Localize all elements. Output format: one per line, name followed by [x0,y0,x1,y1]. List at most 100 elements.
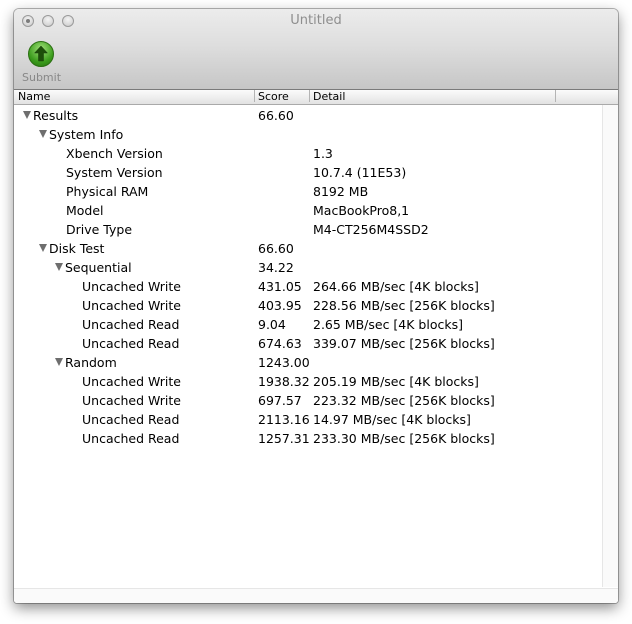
toolbar: Untitled Submit [14,9,618,90]
column-header-score[interactable]: Score [258,90,289,104]
disclosure-triangle-icon[interactable] [39,130,47,138]
row-score-cell: 1938.32 [258,374,310,389]
disclosure-triangle-icon[interactable] [55,263,63,271]
outline-row[interactable]: Results 66.60 [14,106,602,125]
row-name-label: Random [65,355,117,370]
row-name-cell: Uncached Write [82,279,181,294]
submit-label: Submit [22,71,62,84]
outline-rows: Results 66.60 System Info Xbench Version 1.3… [14,106,602,448]
outline-row[interactable]: Uncached Write 1938.32 205.19 MB/sec [4K b… [14,372,602,391]
row-detail-cell: 10.7.4 (11E53) [313,165,407,180]
row-name-label: Uncached Read [82,431,180,446]
outline-row[interactable]: Uncached Read 674.63 339.07 MB/sec [256K b… [14,334,602,353]
row-name-cell: Disk Test [39,241,104,256]
row-name-label: Disk Test [49,241,105,256]
outline-row[interactable]: Uncached Read 2113.16 14.97 MB/sec [4K blo… [14,410,602,429]
row-name-cell: Drive Type [66,222,132,237]
window-title: Untitled [290,13,342,28]
disclosure-triangle-icon[interactable] [23,111,31,119]
row-score-cell: 674.63 [258,336,302,351]
row-detail-cell: 223.32 MB/sec [256K blocks] [313,393,495,408]
column-header-detail[interactable]: Detail [313,90,345,104]
row-detail-cell: MacBookPro8,1 [313,203,410,218]
row-score-cell: 66.60 [258,108,294,123]
column-divider[interactable] [555,90,556,102]
vertical-scrollbar[interactable] [602,105,618,587]
row-name-cell: Physical RAM [66,184,148,199]
column-header-name[interactable]: Name [18,90,50,104]
row-name-cell: Random [55,355,117,370]
row-detail-cell: 2.65 MB/sec [4K blocks] [313,317,463,332]
disclosure-triangle-icon[interactable] [55,358,63,366]
row-name-label: Sequential [65,260,132,275]
row-name-cell: Sequential [55,260,132,275]
row-name-label: Uncached Read [82,412,180,427]
row-detail-cell: 1.3 [313,146,333,161]
submit-button[interactable]: Submit [22,41,62,85]
row-name-label: Uncached Read [82,317,180,332]
row-name-label: System Version [66,165,163,180]
row-score-cell: 1257.31 [258,431,310,446]
column-divider[interactable] [309,90,310,102]
row-name-cell: Uncached Read [82,412,179,427]
row-name-cell: Results [23,108,78,123]
column-header: Name Score Detail [14,90,618,105]
row-detail-cell: 339.07 MB/sec [256K blocks] [313,336,495,351]
row-name-label: Drive Type [66,222,133,237]
row-name-cell: Uncached Write [82,374,181,389]
row-name-label: Model [66,203,104,218]
outline-row[interactable]: Physical RAM 8192 MB [14,182,602,201]
row-name-cell: System Version [66,165,163,180]
row-name-cell: Uncached Write [82,393,181,408]
row-detail-cell: 205.19 MB/sec [4K blocks] [313,374,479,389]
outline-row[interactable]: Uncached Write 431.05 264.66 MB/sec [4K bl… [14,277,602,296]
outline-row[interactable]: Sequential 34.22 [14,258,602,277]
row-detail-cell: 233.30 MB/sec [256K blocks] [313,431,495,446]
row-name-label: Xbench Version [66,146,163,161]
row-name-label: Uncached Write [82,393,181,408]
outline-row[interactable]: System Version 10.7.4 (11E53) [14,163,602,182]
row-name-label: System Info [49,127,124,142]
row-score-cell: 697.57 [258,393,302,408]
row-name-label: Uncached Read [82,336,180,351]
row-score-cell: 2113.16 [258,412,310,427]
row-name-cell: System Info [39,127,123,142]
outline-row[interactable]: Uncached Write 403.95 228.56 MB/sec [256K … [14,296,602,315]
row-detail-cell: 228.56 MB/sec [256K blocks] [313,298,495,313]
row-name-label: Results [33,108,79,123]
row-name-cell: Xbench Version [66,146,163,161]
row-name-cell: Uncached Read [82,317,179,332]
row-name-cell: Uncached Read [82,336,179,351]
outline-row[interactable]: Uncached Read 9.04 2.65 MB/sec [4K blocks] [14,315,602,334]
outline-row[interactable]: Disk Test 66.60 [14,239,602,258]
row-detail-cell: 8192 MB [313,184,369,199]
row-detail-cell: M4-CT256M4SSD2 [313,222,429,237]
outline-row[interactable]: System Info [14,125,602,144]
app-window: Untitled Submit Name Score Detail Result… [14,9,618,603]
column-divider[interactable] [254,90,255,102]
row-detail-cell: 264.66 MB/sec [4K blocks] [313,279,479,294]
row-score-cell: 9.04 [258,317,286,332]
row-name-cell: Uncached Write [82,298,181,313]
outline-row[interactable]: Model MacBookPro8,1 [14,201,602,220]
row-score-cell: 403.95 [258,298,302,313]
row-score-cell: 34.22 [258,260,294,275]
row-name-label: Uncached Write [82,298,181,313]
row-name-cell: Model [66,203,104,218]
outline-row[interactable]: Random 1243.00 [14,353,602,372]
row-detail-cell: 14.97 MB/sec [4K blocks] [313,412,471,427]
row-name-cell: Uncached Read [82,431,179,446]
results-outline-view[interactable]: Name Score Detail Results 66.60 System Inf… [14,90,618,603]
horizontal-scrollbar[interactable] [14,588,618,603]
row-name-label: Uncached Write [82,374,181,389]
outline-row[interactable]: Xbench Version 1.3 [14,144,602,163]
row-name-label: Uncached Write [82,279,181,294]
row-score-cell: 431.05 [258,279,302,294]
outline-row[interactable]: Uncached Write 697.57 223.32 MB/sec [256K … [14,391,602,410]
row-score-cell: 1243.00 [258,355,310,370]
row-score-cell: 66.60 [258,241,294,256]
outline-row[interactable]: Drive Type M4-CT256M4SSD2 [14,220,602,239]
outline-row[interactable]: Uncached Read 1257.31 233.30 MB/sec [256K … [14,429,602,448]
disclosure-triangle-icon[interactable] [39,244,47,252]
upload-arrow-icon [28,41,54,67]
